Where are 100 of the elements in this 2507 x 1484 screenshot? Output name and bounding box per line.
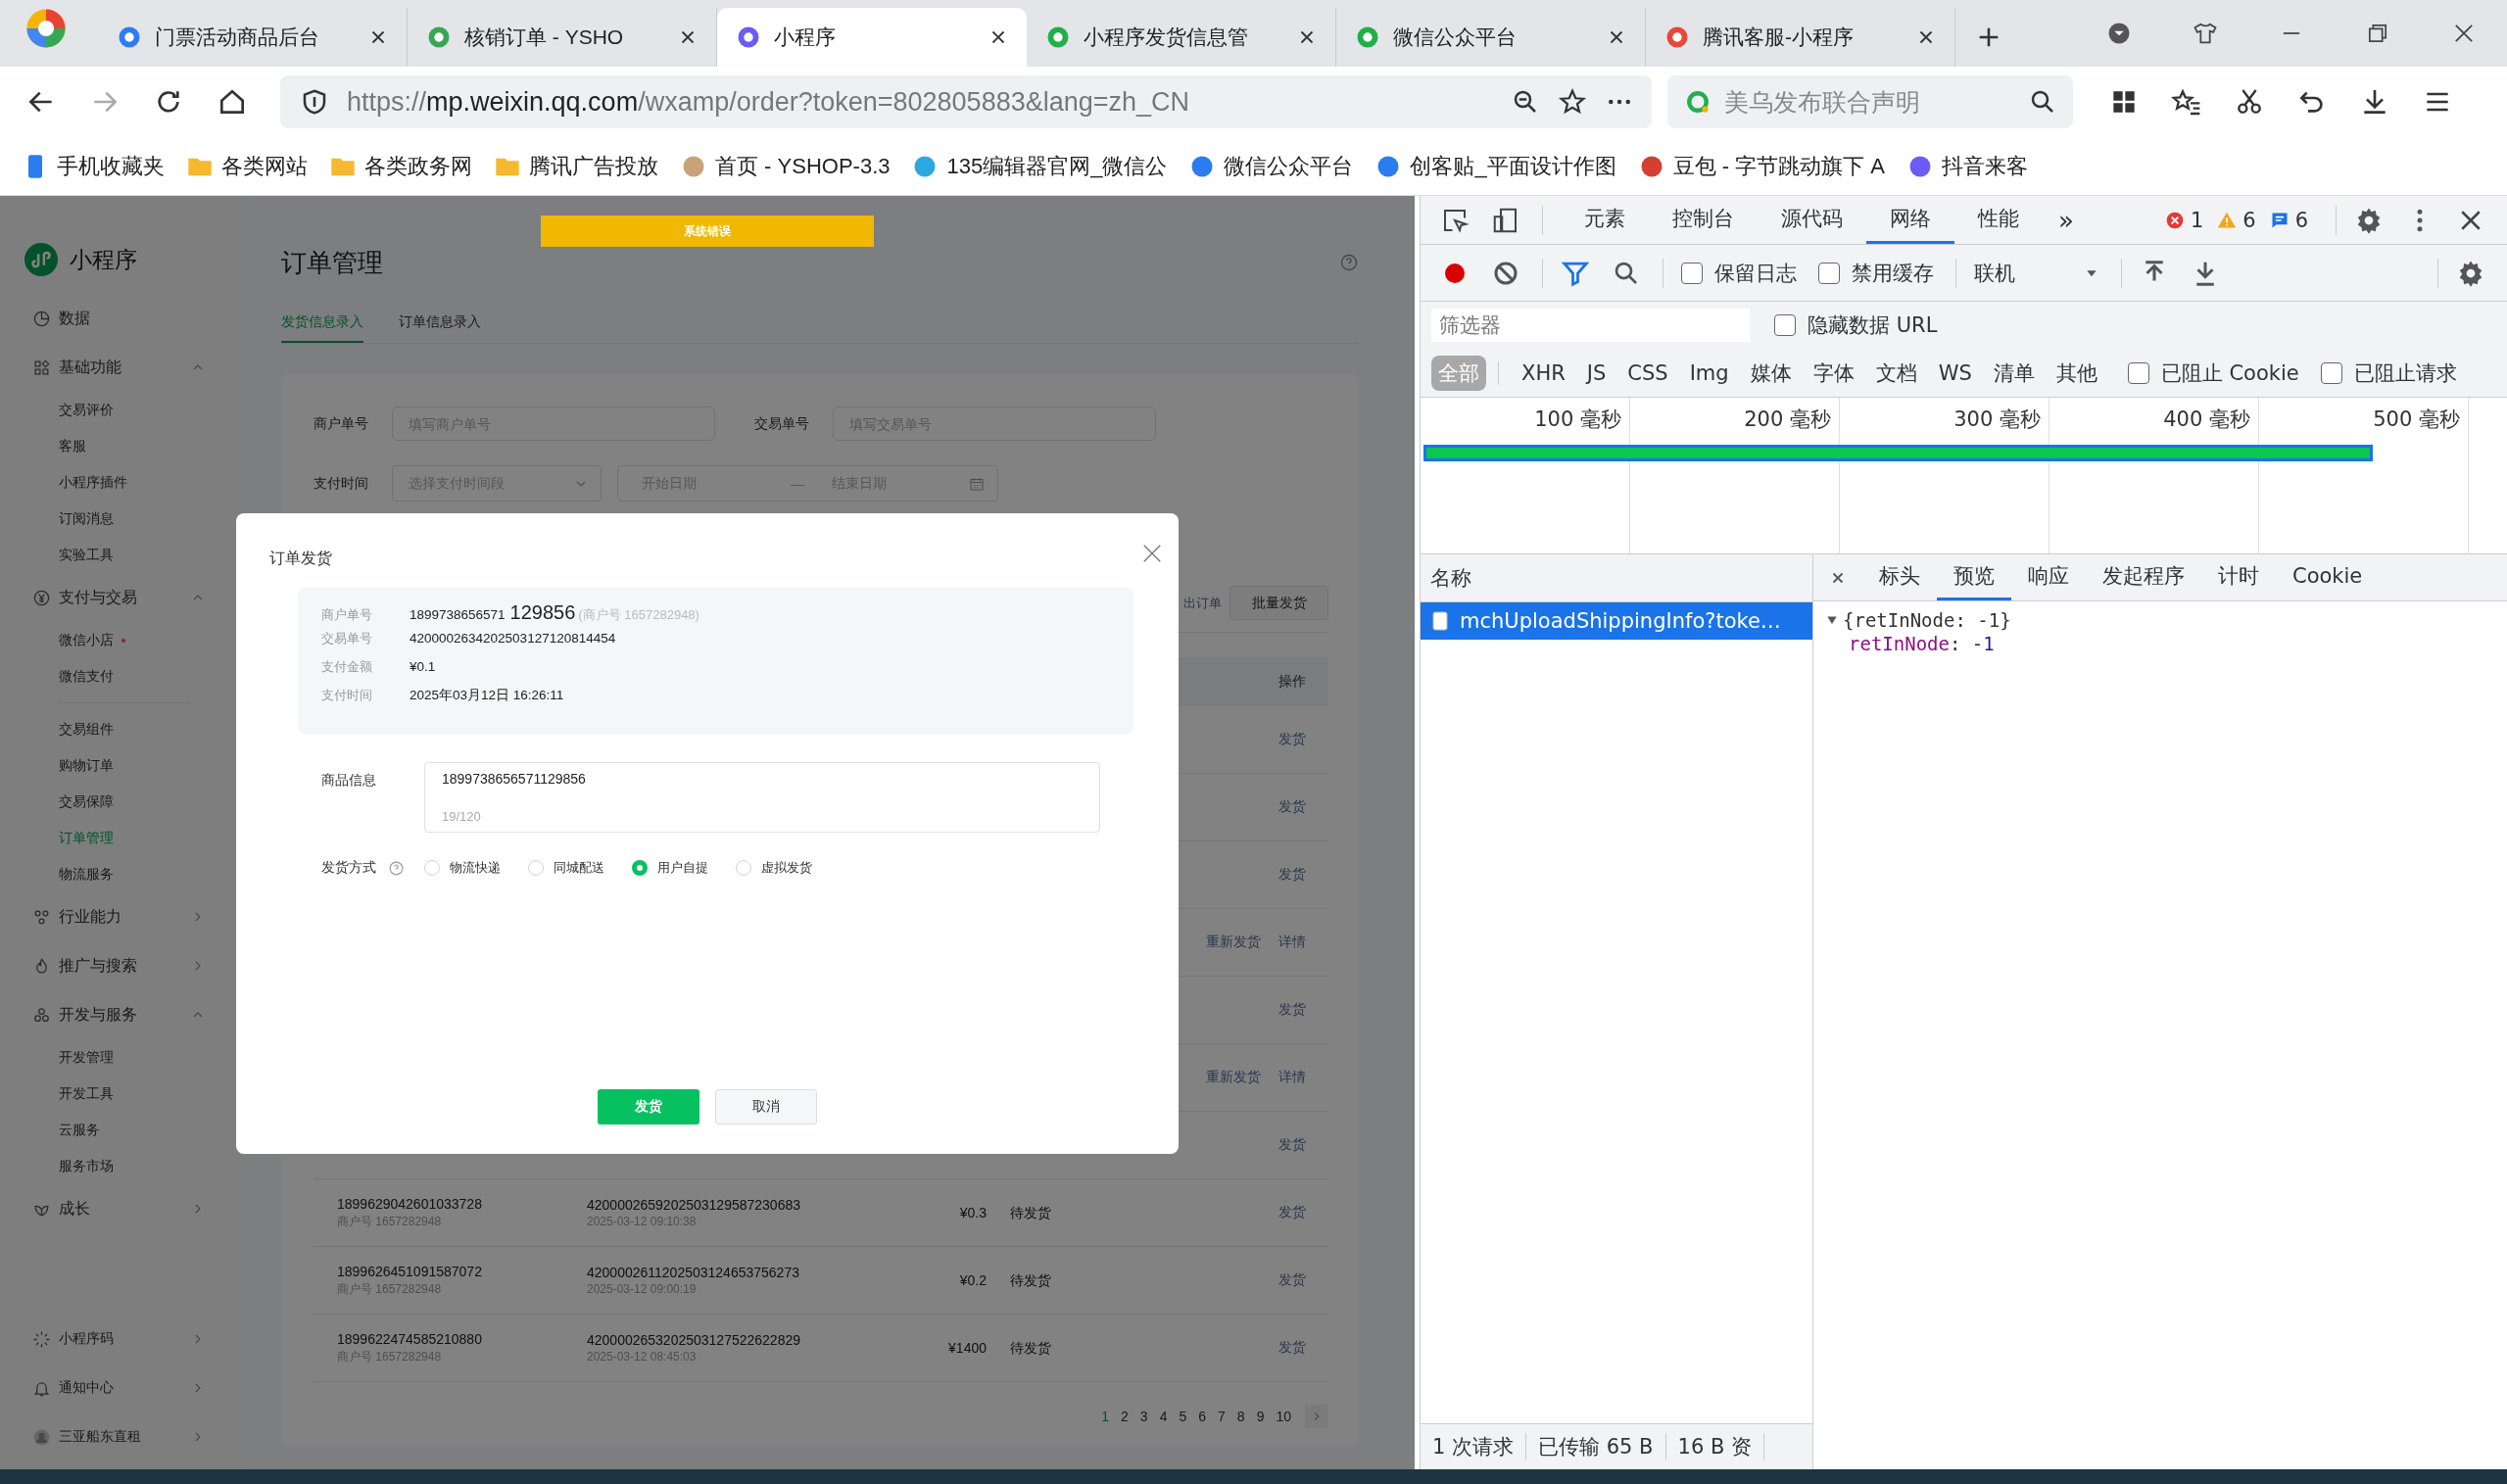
detail-tab[interactable]: Cookie — [2276, 554, 2380, 600]
page-number[interactable]: 6 — [1192, 1408, 1213, 1424]
checkbox-option[interactable]: 已阻止请求 — [2320, 359, 2457, 387]
action-link[interactable]: 发货 — [1278, 731, 1306, 748]
action-link[interactable]: 重新发货 — [1206, 933, 1261, 951]
page-number[interactable]: 2 — [1115, 1408, 1134, 1424]
page-number[interactable]: 4 — [1153, 1408, 1174, 1424]
action-link[interactable]: 重新发货 — [1206, 1069, 1261, 1086]
star-icon[interactable] — [1558, 87, 1587, 117]
checkbox[interactable] — [2320, 361, 2342, 384]
sidebar-item[interactable]: 交易评价 — [0, 392, 245, 428]
checkbox-option[interactable]: 保留日志 — [1681, 259, 1797, 287]
devtools-tab[interactable]: 源代码 — [1758, 196, 1866, 244]
page-number[interactable]: 5 — [1173, 1408, 1193, 1424]
sidebar-item[interactable]: 小程序插件 — [0, 464, 245, 501]
message-count[interactable]: 6 — [2294, 208, 2308, 232]
sidebar-group[interactable]: 基础功能 — [0, 343, 245, 392]
bookmark[interactable]: 腾讯广告投放 — [494, 151, 658, 181]
detail-tab[interactable]: 计时 — [2201, 554, 2276, 600]
action-link[interactable]: 发货 — [1278, 1271, 1306, 1289]
radio-option[interactable]: 物流快递 — [424, 859, 501, 877]
bookmark[interactable]: 抖音来客 — [1906, 151, 2029, 181]
detail-tab[interactable]: 预览 — [1937, 554, 2011, 600]
radio-option[interactable]: 用户自提 — [632, 859, 708, 877]
page-tab[interactable]: 发货信息录入 — [281, 304, 363, 343]
type-filter[interactable]: CSS — [1620, 357, 1675, 389]
batch-ship-button[interactable]: 批量发货 — [1229, 586, 1328, 620]
action-link[interactable]: 发货 — [1278, 1001, 1306, 1019]
address-field[interactable]: https://mp.weixin.qq.com/wxamp/order?token=802805883&lang=zh_CN — [280, 75, 1652, 128]
ship-button[interactable]: 发货 — [598, 1089, 699, 1125]
devtools-tab[interactable]: 性能 — [1954, 196, 2043, 244]
action-link[interactable]: 详情 — [1278, 933, 1306, 951]
page-tab[interactable]: 订单信息录入 — [399, 304, 481, 343]
checkbox[interactable] — [1681, 262, 1703, 284]
type-filter[interactable]: JS — [1579, 357, 1614, 389]
goods-info-field[interactable]: 1899738656571129856 19/120 — [424, 762, 1100, 833]
sidebar-group[interactable]: 成长 — [0, 1184, 245, 1233]
type-filter[interactable]: 媒体 — [1743, 355, 1799, 391]
request-row[interactable]: mchUploadShippingInfo?toke… — [1421, 602, 1812, 640]
sidebar-footer-item[interactable]: 通知中心 — [0, 1364, 245, 1412]
checkbox-option[interactable]: 已阻止 Cookie — [2127, 359, 2299, 387]
type-filter[interactable]: 全部 — [1431, 355, 1486, 391]
bookmark[interactable]: 135编辑器官网_微信公 — [911, 151, 1168, 181]
page-number[interactable]: 8 — [1230, 1408, 1251, 1424]
sidebar-group[interactable]: 支付与交易 — [0, 573, 245, 622]
checkbox[interactable] — [1774, 314, 1796, 336]
sidebar-group[interactable]: 推广与搜索 — [0, 941, 245, 990]
bookmark[interactable]: 豆包 - 字节跳动旗下 A — [1637, 151, 1886, 181]
type-filter[interactable]: 文档 — [1868, 355, 1924, 391]
detail-tab[interactable]: 响应 — [2011, 554, 2086, 600]
sidebar-item[interactable]: 微信小店 — [0, 622, 245, 658]
checkbox-option[interactable]: 禁用缓存 — [1818, 259, 1934, 287]
page-number[interactable]: 3 — [1133, 1408, 1154, 1424]
devtools-tab[interactable]: 控制台 — [1649, 196, 1758, 244]
sidebar-footer-item[interactable]: 小程序码 — [0, 1315, 245, 1364]
type-filter[interactable]: XHR — [1515, 357, 1572, 389]
more-tabs-button[interactable]: » — [2043, 196, 2090, 244]
action-link[interactable]: 详情 — [1278, 1069, 1306, 1086]
sidebar-item[interactable]: 客服 — [0, 428, 245, 464]
warning-count[interactable]: 6 — [2242, 208, 2256, 232]
sidebar-group[interactable]: 数据 — [0, 294, 245, 343]
checkbox-option[interactable]: 隐藏数据 URL — [1774, 311, 1938, 339]
filter-field[interactable]: 筛选器 — [1431, 309, 1750, 342]
radio-option[interactable]: 同城配送 — [528, 859, 604, 877]
sidebar-group[interactable]: 开发与服务 — [0, 990, 245, 1039]
action-link[interactable]: 发货 — [1278, 866, 1306, 884]
radio-button[interactable] — [528, 860, 544, 876]
type-filter[interactable]: 其他 — [2049, 355, 2104, 391]
type-filter[interactable]: 字体 — [1806, 355, 1861, 391]
bookmark[interactable]: 微信公众平台 — [1188, 151, 1354, 181]
radio-button[interactable] — [424, 860, 440, 876]
type-filter[interactable]: 清单 — [1986, 355, 2042, 391]
page-number[interactable]: 1 — [1095, 1408, 1116, 1424]
action-link[interactable]: 发货 — [1278, 1204, 1306, 1221]
action-link[interactable]: 发货 — [1278, 798, 1306, 816]
radio-button[interactable] — [736, 860, 751, 876]
sidebar-footer-item[interactable]: 三亚船东直租 — [0, 1412, 245, 1461]
bookmark[interactable]: 各类政务网 — [329, 151, 472, 181]
devtools-tab[interactable]: 元素 — [1561, 196, 1649, 244]
bookmark[interactable]: 手机收藏夹 — [22, 151, 165, 181]
cancel-button[interactable]: 取消 — [715, 1089, 817, 1125]
bookmark[interactable]: 创客贴_平面设计作图 — [1374, 151, 1616, 181]
search-field[interactable]: 美乌发布联合声明 — [1667, 75, 2073, 128]
bookmark[interactable]: 首页 - YSHOP-3.3 — [680, 151, 891, 181]
detail-tab[interactable]: 标头 — [1862, 554, 1937, 600]
action-link[interactable]: 发货 — [1278, 1339, 1306, 1357]
help-icon[interactable] — [388, 859, 405, 877]
action-link[interactable]: 发货 — [1278, 1136, 1306, 1154]
radio-option[interactable]: 虚拟发货 — [736, 859, 812, 877]
bookmark[interactable]: 各类网站 — [186, 151, 308, 181]
type-filter[interactable]: WS — [1931, 357, 1979, 389]
checkbox[interactable] — [1818, 262, 1840, 284]
checkbox[interactable] — [2127, 361, 2149, 384]
export-link[interactable]: 出订单 — [1183, 594, 1222, 612]
page-number[interactable]: 9 — [1250, 1408, 1271, 1424]
throttle-select[interactable]: 联机 — [1974, 259, 2099, 287]
sidebar-group[interactable]: 行业能力 — [0, 892, 245, 941]
detail-tab[interactable]: 发起程序 — [2086, 554, 2201, 600]
radio-button[interactable] — [632, 860, 648, 876]
error-count[interactable]: 1 — [2190, 208, 2204, 232]
